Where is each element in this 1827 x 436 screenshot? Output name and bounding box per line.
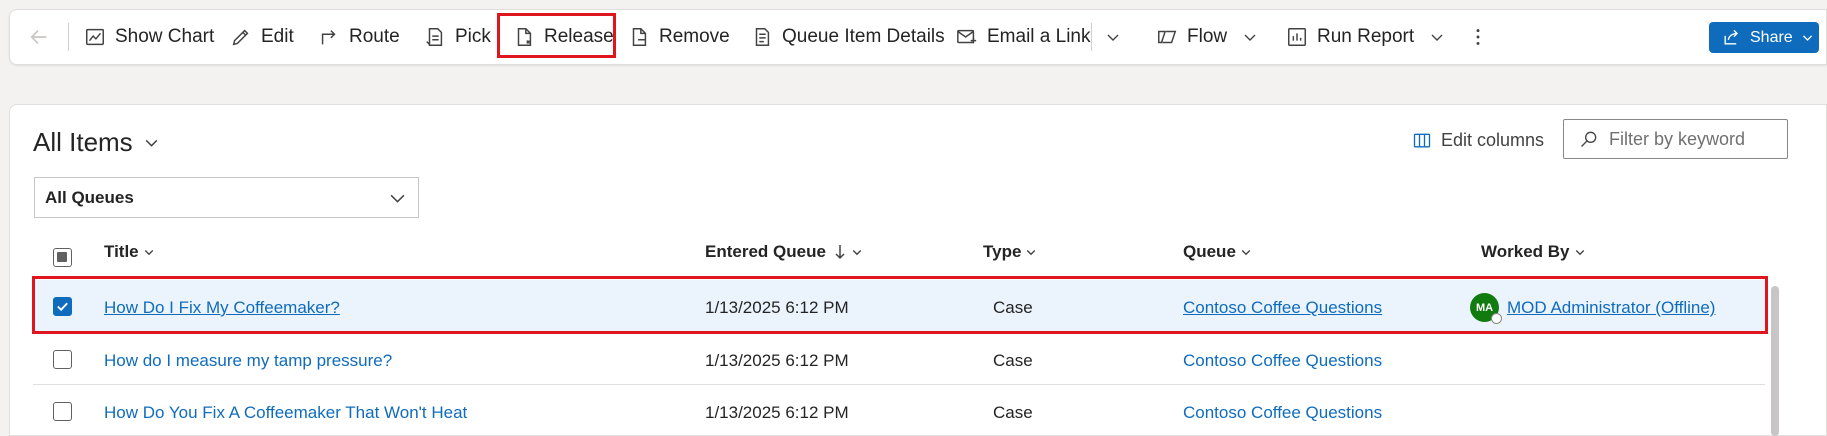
chevron-down-icon xyxy=(1107,34,1119,41)
edit-columns-label: Edit columns xyxy=(1441,130,1545,150)
chevron-down-icon xyxy=(1244,34,1256,41)
column-header-type[interactable]: Type xyxy=(983,242,1037,262)
report-icon xyxy=(1288,28,1306,46)
share-label: Share xyxy=(1750,28,1793,46)
chevron-down-icon xyxy=(1241,250,1251,256)
flow-icon xyxy=(1158,30,1177,44)
back-button[interactable] xyxy=(28,9,59,65)
edit-label: Edit xyxy=(261,26,294,47)
edit-button[interactable]: Edit xyxy=(230,9,294,65)
column-entered-label: Entered Queue xyxy=(705,242,826,261)
row-entered-queue: 1/13/2025 6:12 PM xyxy=(705,403,849,422)
queue-item-details-label: Queue Item Details xyxy=(782,26,945,47)
chevron-down-icon xyxy=(1575,250,1584,256)
chevron-down-icon xyxy=(1027,250,1036,256)
chevron-down-icon xyxy=(1802,35,1812,41)
row-title-link[interactable]: How Do You Fix A Coffeemaker That Won't … xyxy=(104,403,467,423)
filter-placeholder: Filter by keyword xyxy=(1609,128,1746,149)
document-pick-icon xyxy=(426,28,443,46)
pencil-icon xyxy=(232,29,249,46)
column-queue-label: Queue xyxy=(1183,242,1236,261)
run-report-label: Run Report xyxy=(1317,26,1415,47)
route-arrow-icon xyxy=(321,30,336,45)
column-worked-by-label: Worked By xyxy=(1481,242,1570,261)
email-link-button[interactable]: Email a Link xyxy=(956,9,1091,65)
chevron-down-icon xyxy=(852,250,862,256)
column-header-entered-queue[interactable]: Entered Queue xyxy=(705,242,863,262)
more-vertical-icon xyxy=(1476,29,1480,45)
edit-columns-icon xyxy=(1413,133,1431,147)
queue-item-details-button[interactable]: Queue Item Details xyxy=(751,9,945,65)
share-icon xyxy=(1724,29,1738,45)
view-title: All Items xyxy=(33,127,133,157)
vertical-scrollbar[interactable] xyxy=(1771,286,1779,436)
row-checkbox[interactable] xyxy=(53,350,72,369)
show-chart-button[interactable]: Show Chart xyxy=(84,9,214,65)
select-all-checkbox[interactable] xyxy=(53,248,72,267)
chevron-down-icon xyxy=(144,250,153,256)
chevron-down-icon xyxy=(1431,34,1443,41)
toolbar-divider xyxy=(68,23,69,51)
column-header-worked-by[interactable]: Worked By xyxy=(1481,242,1586,262)
row-checkbox[interactable] xyxy=(53,402,72,421)
filter-by-keyword-input[interactable]: Filter by keyword xyxy=(1563,119,1788,159)
sort-descending-icon xyxy=(835,245,845,260)
route-button[interactable]: Route xyxy=(318,9,400,65)
row-entered-queue: 1/13/2025 6:12 PM xyxy=(705,351,849,370)
email-link-label: Email a Link xyxy=(987,26,1091,47)
row-queue-link[interactable]: Contoso Coffee Questions xyxy=(1183,403,1382,423)
route-label: Route xyxy=(349,26,400,47)
view-selector[interactable]: All Items xyxy=(33,127,160,158)
column-type-label: Type xyxy=(983,242,1022,261)
row-type: Case xyxy=(993,403,1033,422)
flow-label: Flow xyxy=(1187,26,1228,47)
chart-icon xyxy=(86,28,104,46)
document-remove-icon xyxy=(632,28,647,46)
queue-filter-value: All Queues xyxy=(45,187,134,207)
column-header-title[interactable]: Title xyxy=(104,242,155,262)
email-link-icon xyxy=(957,29,977,44)
run-report-button[interactable]: Run Report xyxy=(1286,9,1445,65)
edit-columns-button[interactable]: Edit columns xyxy=(1412,130,1544,151)
show-chart-label: Show Chart xyxy=(115,26,215,47)
release-highlight xyxy=(497,13,616,58)
queue-filter-dropdown[interactable]: All Queues xyxy=(34,177,419,218)
toolbar-divider xyxy=(1091,23,1092,51)
pick-label: Pick xyxy=(455,26,491,47)
more-commands-dropdown[interactable] xyxy=(1105,9,1121,65)
column-title-label: Title xyxy=(104,242,139,261)
remove-button[interactable]: Remove xyxy=(628,9,730,65)
search-icon xyxy=(1581,131,1597,147)
column-header-queue[interactable]: Queue xyxy=(1183,242,1252,262)
flow-button[interactable]: Flow xyxy=(1156,9,1258,65)
row-title-link[interactable]: How do I measure my tamp pressure? xyxy=(104,351,392,371)
selected-row-highlight xyxy=(32,276,1768,334)
remove-label: Remove xyxy=(659,26,730,47)
chevron-down-icon xyxy=(390,194,405,203)
pick-button[interactable]: Pick xyxy=(424,9,491,65)
chevron-down-icon xyxy=(145,139,158,147)
arrow-left-icon xyxy=(30,29,47,45)
share-button[interactable]: Share xyxy=(1709,22,1819,53)
details-icon xyxy=(755,28,770,46)
row-type: Case xyxy=(993,351,1033,370)
more-options-button[interactable] xyxy=(1467,9,1498,65)
row-queue-link[interactable]: Contoso Coffee Questions xyxy=(1183,351,1382,371)
